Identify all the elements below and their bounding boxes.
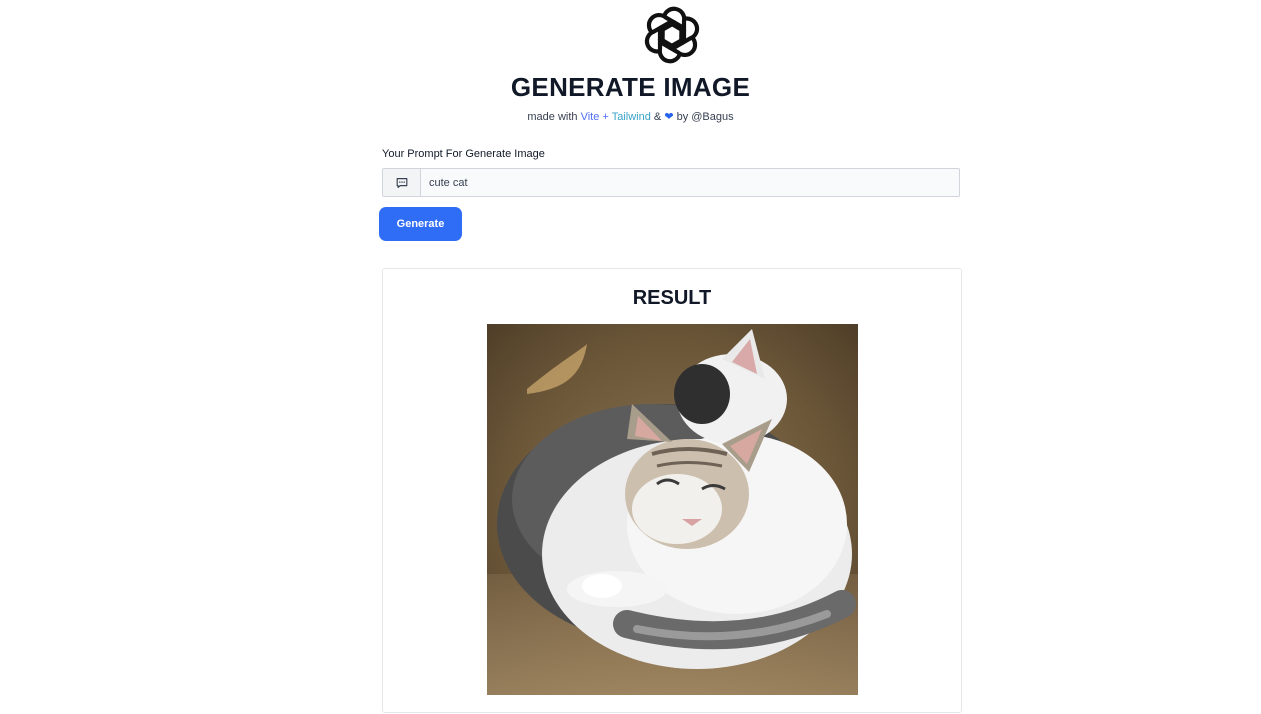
- ampersand: &: [653, 111, 662, 123]
- author-credit: by @Bagus: [676, 111, 734, 123]
- page-title: GENERATE IMAGE: [510, 72, 751, 102]
- generate-button[interactable]: Generate: [379, 207, 462, 241]
- result-title: RESULT: [632, 287, 712, 309]
- plus-sign: +: [602, 111, 609, 123]
- generated-cat-image: [487, 324, 858, 695]
- openai-logo-icon: [644, 6, 700, 64]
- tailwind-link[interactable]: Tailwind: [612, 111, 651, 123]
- result-card: RESULT: [382, 268, 962, 713]
- prompt-input-group: [382, 168, 960, 197]
- chat-bubble-icon: [396, 177, 407, 188]
- heart-icon: ❤: [664, 111, 674, 123]
- input-addon: [383, 169, 421, 196]
- prompt-label: Your Prompt For Generate Image: [382, 148, 545, 160]
- vite-link[interactable]: Vite: [581, 111, 600, 123]
- page-subtitle: made with Vite + Tailwind & ❤ by @Bagus: [0, 110, 1261, 123]
- subtitle-prefix: made with: [527, 111, 578, 123]
- prompt-input[interactable]: [421, 169, 959, 196]
